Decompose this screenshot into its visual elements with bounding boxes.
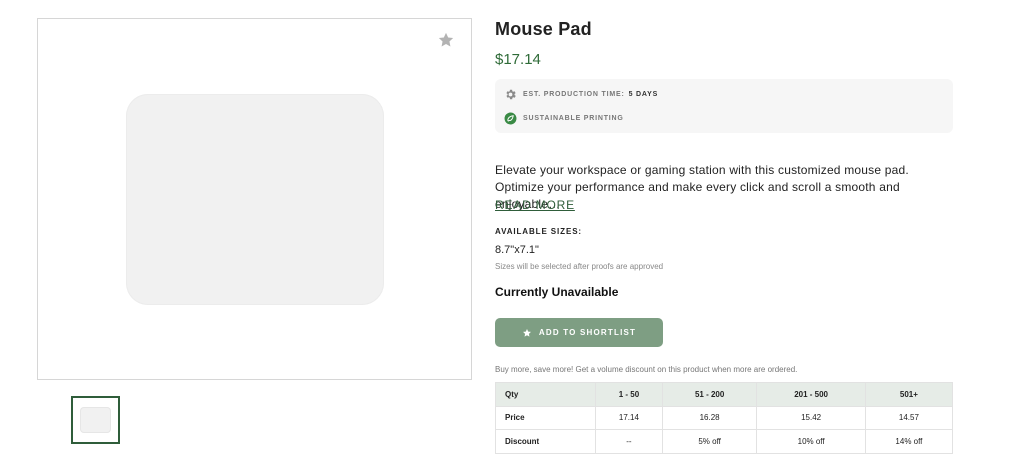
- shortlist-button-label: ADD TO SHORTLIST: [538, 328, 637, 337]
- sustainable-row: SUSTAINABLE PRINTING: [504, 112, 624, 125]
- table-row: Price 17.14 16.28 15.42 14.57: [495, 405, 954, 430]
- product-price: $17.14: [495, 51, 541, 68]
- star-icon[interactable]: [437, 31, 455, 49]
- table-cell: 17.14: [595, 405, 663, 430]
- gear-icon: [506, 89, 516, 100]
- volume-discount-note: Buy more, save more! Get a volume discou…: [495, 365, 798, 374]
- table-row: Discount -- 5% off 10% off 14% off: [495, 429, 954, 454]
- size-note: Sizes will be selected after proofs are …: [495, 262, 664, 271]
- size-value: 8.7"x7.1": [495, 244, 539, 256]
- table-cell: --: [595, 429, 663, 454]
- production-info-box: EST. PRODUCTION TIME: 5 DAYS SUSTAINABLE…: [495, 79, 953, 133]
- sustainable-label: SUSTAINABLE PRINTING: [523, 115, 624, 122]
- production-time-value: 5 DAYS: [628, 91, 659, 98]
- table-cell: 16.28: [661, 405, 758, 430]
- read-more-link[interactable]: READ MORE: [495, 198, 575, 212]
- thumbnail-1[interactable]: [71, 396, 120, 444]
- table-cell: Price: [495, 405, 596, 430]
- table-cell: 14% off: [864, 429, 954, 454]
- table-header-row: Qty 1 - 50 51 - 200 201 - 500 501+: [495, 382, 954, 407]
- table-cell: 10% off: [756, 429, 866, 454]
- volume-discount-table: Qty 1 - 50 51 - 200 201 - 500 501+ Price…: [495, 382, 954, 454]
- product-title: Mouse Pad: [495, 19, 592, 39]
- thumbnail-image: [80, 407, 111, 433]
- leaf-icon: [504, 112, 517, 125]
- table-cell: 14.57: [864, 405, 954, 430]
- mouse-pad-image: [126, 94, 384, 305]
- production-time-label: EST. PRODUCTION TIME:: [523, 91, 625, 98]
- table-header-cell: 1 - 50: [595, 382, 663, 407]
- add-to-shortlist-button[interactable]: ADD TO SHORTLIST: [495, 318, 663, 347]
- production-time-row: EST. PRODUCTION TIME: 5 DAYS: [504, 88, 658, 101]
- availability-status: Currently Unavailable: [495, 285, 619, 299]
- available-sizes-label: AVAILABLE SIZES:: [495, 227, 582, 236]
- star-icon: [522, 328, 531, 337]
- table-cell: 5% off: [661, 429, 758, 454]
- product-image-viewer: [37, 18, 472, 380]
- table-cell: 15.42: [756, 405, 866, 430]
- table-cell: Discount: [495, 429, 596, 454]
- table-header-cell: Qty: [495, 382, 596, 407]
- table-header-cell: 501+: [864, 382, 954, 407]
- table-header-cell: 51 - 200: [661, 382, 758, 407]
- table-header-cell: 201 - 500: [756, 382, 866, 407]
